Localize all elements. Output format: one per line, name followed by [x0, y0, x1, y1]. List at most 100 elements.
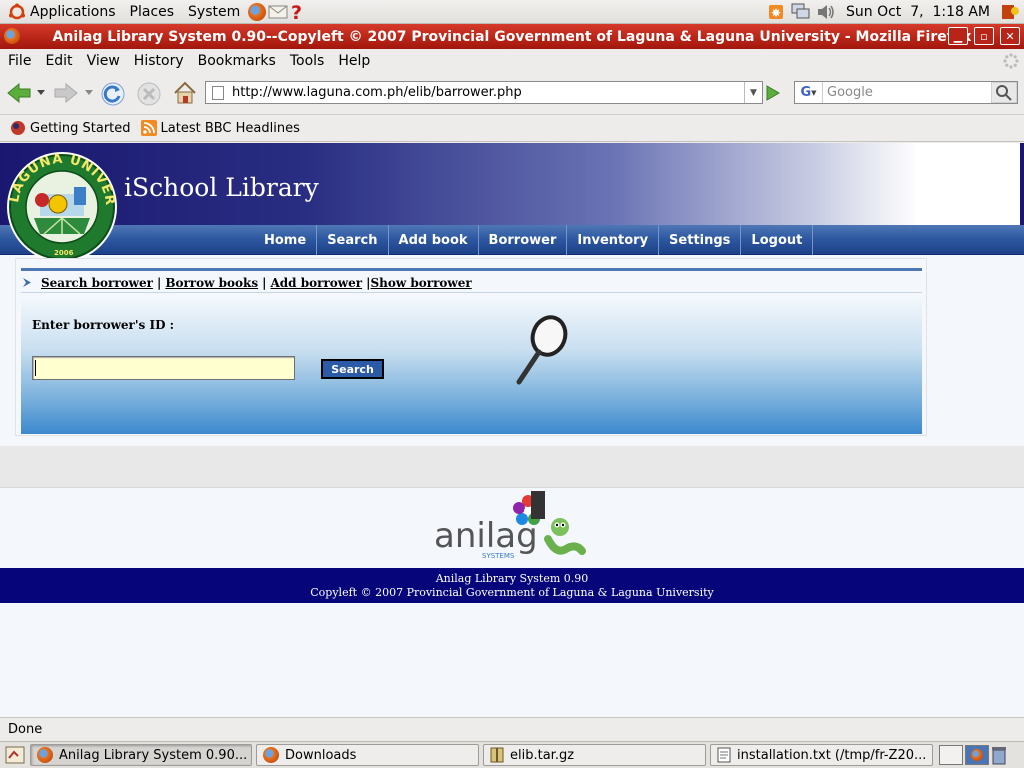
browser-menubar: File Edit View History Bookmarks Tools H…: [0, 49, 1024, 73]
workspace-1[interactable]: [939, 745, 963, 765]
firefox-icon: [263, 747, 279, 763]
menu-places[interactable]: Places: [130, 4, 175, 20]
link-borrow-books[interactable]: Borrow books: [165, 276, 258, 290]
firefox-window-icon[interactable]: [4, 28, 20, 44]
site-nav-strip: Home Search Add book Borrower Inventory …: [0, 225, 1024, 255]
panel-top-rule: [21, 268, 922, 271]
nav-logout[interactable]: Logout: [741, 225, 814, 255]
task-label: installation.txt (/tmp/fr-Z20...: [737, 747, 927, 763]
menu-view[interactable]: View: [87, 53, 120, 69]
borrower-id-input[interactable]: [32, 356, 295, 380]
nav-search[interactable]: Search: [317, 225, 389, 255]
web-page: Home Search Add book Borrower Inventory …: [0, 143, 1024, 717]
svg-text:✸: ✸: [771, 6, 781, 20]
minimize-button[interactable]: ▁: [948, 27, 968, 45]
content-panel: Search borrower | Borrow books | Add bor…: [15, 258, 927, 436]
nav-borrower[interactable]: Borrower: [479, 225, 568, 255]
site-nav: Home Search Add book Borrower Inventory …: [254, 225, 814, 255]
forward-button[interactable]: [53, 82, 79, 104]
task-label: Anilag Library System 0.90...: [59, 747, 248, 763]
search-placeholder: Google: [827, 85, 873, 100]
go-icon[interactable]: [764, 84, 782, 102]
firefox-icon: [37, 747, 53, 763]
menu-tools[interactable]: Tools: [290, 53, 325, 69]
gnome-taskbar: Anilag Library System 0.90... Downloads …: [0, 741, 1024, 768]
close-window-button[interactable]: ✕: [1000, 27, 1020, 45]
gnome-top-panel: Applications Places System ? ✸ Sun Oct 7…: [0, 0, 1024, 24]
search-borrower-button[interactable]: Search: [321, 359, 384, 379]
borrower-id-label: Enter borrower's ID :: [32, 318, 175, 332]
google-engine-icon[interactable]: G ▼: [795, 82, 823, 103]
nav-settings[interactable]: Settings: [659, 225, 742, 255]
link-separator: |: [262, 275, 267, 290]
url-dropdown-icon[interactable]: ▼: [744, 82, 762, 103]
panel-clock[interactable]: Sun Oct 7, 1:18 AM: [846, 4, 990, 20]
menu-applications[interactable]: Applications: [8, 3, 116, 21]
link-search-borrower[interactable]: Search borrower: [41, 276, 153, 290]
menu-file[interactable]: File: [8, 53, 31, 69]
back-button[interactable]: [6, 82, 32, 104]
reload-icon[interactable]: [100, 81, 126, 107]
magnifier-icon: [516, 315, 568, 385]
navigation-toolbar: http://www.laguna.com.ph/elib/barrower.p…: [0, 73, 1024, 115]
nav-add-book[interactable]: Add book: [389, 225, 479, 255]
menu-edit[interactable]: Edit: [45, 53, 72, 69]
page-icon: [212, 85, 224, 100]
task-elib-archive[interactable]: elib.tar.gz: [483, 744, 706, 766]
task-installation-txt[interactable]: installation.txt (/tmp/fr-Z20...: [710, 744, 933, 766]
forward-history-dropdown-icon[interactable]: [85, 90, 93, 96]
menu-applications-label: Applications: [30, 3, 116, 20]
anilag-systems-logo: anilag SYSTEMS: [434, 491, 586, 560]
help-launcher-icon[interactable]: ?: [290, 2, 304, 22]
arrow-bullet-icon: [23, 278, 31, 287]
bookmark-label: Getting Started: [30, 120, 131, 136]
search-borrower-form: Enter borrower's ID : Search: [21, 294, 922, 434]
mail-launcher-icon[interactable]: [268, 4, 288, 20]
bookmark-getting-started[interactable]: Getting Started: [10, 120, 131, 136]
footer-system-name: Anilag Library System 0.90: [435, 572, 589, 585]
search-icon[interactable]: [991, 82, 1017, 103]
footer-copyleft: Copyleft © 2007 Provincial Government of…: [310, 586, 714, 599]
menu-history[interactable]: History: [134, 53, 184, 69]
menu-system[interactable]: System: [188, 4, 240, 20]
throbber-icon: [1003, 53, 1019, 69]
search-bar[interactable]: G ▼ Google: [794, 81, 1018, 104]
task-anilag-firefox[interactable]: Anilag Library System 0.90...: [30, 744, 252, 766]
url-text[interactable]: http://www.laguna.com.ph/elib/barrower.p…: [232, 85, 522, 100]
task-label: Downloads: [285, 747, 357, 763]
window-title: Anilag Library System 0.90--Copyleft © 2…: [52, 28, 972, 45]
url-bar[interactable]: http://www.laguna.com.ph/elib/barrower.p…: [205, 81, 763, 104]
link-show-borrower[interactable]: Show borrower: [370, 276, 471, 290]
volume-icon[interactable]: [816, 3, 836, 21]
page-divider-strip: [0, 446, 1024, 488]
workspace-2[interactable]: [965, 745, 989, 765]
ubuntu-logo-icon: [9, 3, 25, 19]
svg-text:anilag: anilag: [434, 516, 538, 556]
back-history-dropdown-icon[interactable]: [37, 90, 45, 96]
update-notifier-icon[interactable]: ✸: [768, 4, 784, 20]
firefox-launcher-icon[interactable]: [248, 2, 267, 21]
status-text: Done: [8, 722, 43, 737]
svg-text:SYSTEMS: SYSTEMS: [482, 552, 515, 560]
site-footer: Anilag Library System 0.90 Copyleft © 20…: [0, 568, 1024, 603]
laguna-university-seal-logo: LAGUNA UNIVERSITY 2006: [4, 152, 117, 262]
nav-inventory[interactable]: Inventory: [567, 225, 660, 255]
browser-statusbar: Done: [0, 717, 1024, 741]
bookmark-bbc-headlines[interactable]: Latest BBC Headlines: [140, 120, 300, 136]
task-downloads[interactable]: Downloads: [256, 744, 479, 766]
workspace-switcher[interactable]: [939, 745, 989, 765]
banner-edge: [1020, 143, 1024, 225]
nav-home[interactable]: Home: [254, 225, 318, 255]
trash-icon[interactable]: [991, 745, 1007, 765]
menu-bookmarks[interactable]: Bookmarks: [198, 53, 276, 69]
show-desktop-icon[interactable]: [4, 744, 26, 766]
archive-icon: [490, 747, 504, 763]
network-icon[interactable]: [790, 3, 810, 21]
home-icon[interactable]: [172, 80, 198, 106]
site-name: iSchool Library: [124, 173, 319, 202]
maximize-button[interactable]: ▫: [974, 27, 994, 45]
logout-icon[interactable]: [1000, 2, 1020, 22]
menu-help[interactable]: Help: [338, 53, 370, 69]
link-add-borrower[interactable]: Add borrower: [270, 276, 362, 290]
stop-icon[interactable]: [136, 81, 162, 107]
